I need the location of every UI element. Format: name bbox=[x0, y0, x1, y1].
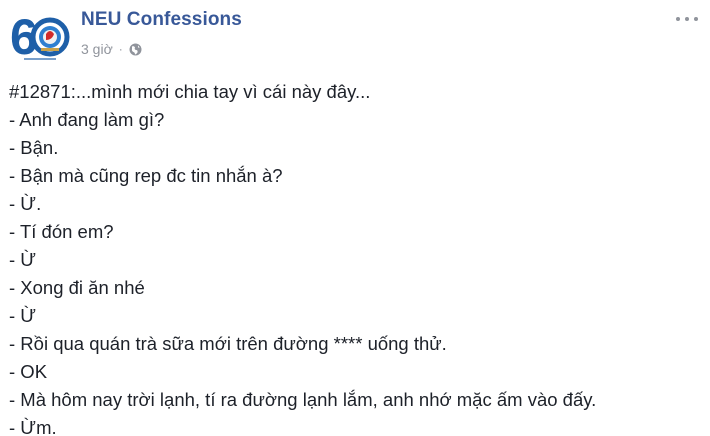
post-meta: 3 giờ · bbox=[81, 40, 142, 58]
post-text-line: - Ừ bbox=[9, 305, 37, 326]
post-text-line: - Bận. bbox=[9, 137, 59, 158]
post-text-line: - Ừ bbox=[9, 249, 37, 270]
globe-icon[interactable] bbox=[129, 43, 142, 56]
post-header: 6 NEU Confessions 3 giờ · bbox=[0, 0, 710, 72]
neu-60-logo-icon: 6 bbox=[8, 4, 70, 66]
post-text-line: - Rồi qua quán trà sữa mới trên đường **… bbox=[9, 333, 447, 354]
more-dot bbox=[694, 17, 698, 21]
post-text-line: - Anh đang làm gì? bbox=[9, 109, 165, 130]
post-text: #12871:...mình mới chia tay vì cái này đ… bbox=[9, 78, 699, 436]
more-dot bbox=[685, 17, 689, 21]
page-name-link[interactable]: NEU Confessions bbox=[81, 9, 242, 31]
post-text-line: - Mà hôm nay trời lạnh, tí ra đường lạnh… bbox=[9, 389, 597, 410]
post-text-line: - Bận mà cũng rep đc tin nhắn à? bbox=[9, 165, 283, 186]
post-text-line: - Xong đi ăn nhé bbox=[9, 277, 145, 298]
post-text-line: #12871:...mình mới chia tay vì cái này đ… bbox=[9, 81, 371, 102]
more-options-icon[interactable] bbox=[676, 12, 698, 26]
meta-separator: · bbox=[118, 42, 123, 56]
more-dot bbox=[676, 17, 680, 21]
post-text-line: - OK bbox=[9, 361, 48, 382]
page-avatar[interactable]: 6 bbox=[8, 4, 70, 66]
post-text-line: - Tí đón em? bbox=[9, 221, 114, 242]
post-timestamp[interactable]: 3 giờ bbox=[81, 41, 113, 57]
facebook-post-card: 6 NEU Confessions 3 giờ · #12871:...mình… bbox=[0, 0, 710, 436]
post-text-line: - Ừm. bbox=[9, 417, 57, 436]
post-text-line: - Ừ. bbox=[9, 193, 42, 214]
